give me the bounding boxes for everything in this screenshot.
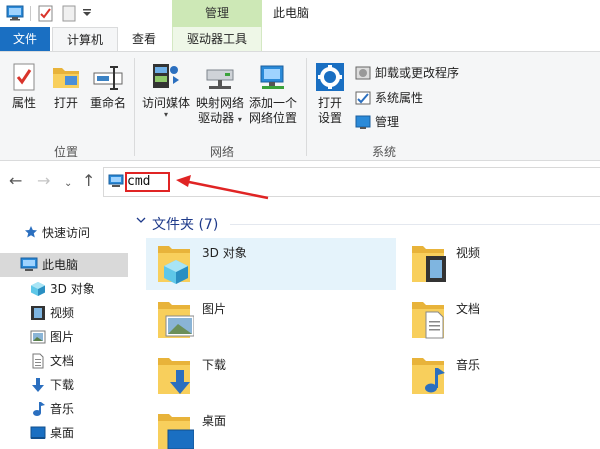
sidebar-item-downloads[interactable]: 下载 bbox=[0, 373, 128, 397]
video-icon bbox=[31, 306, 45, 320]
videos-folder-icon bbox=[412, 246, 446, 282]
sidebar-item-label: 快速访问 bbox=[42, 226, 91, 240]
folder-documents[interactable]: 文档 bbox=[400, 294, 600, 346]
collapse-chevron-icon[interactable] bbox=[136, 215, 146, 225]
cube-icon bbox=[31, 282, 45, 296]
downloads-folder-icon bbox=[158, 358, 190, 394]
desktop-folder-icon bbox=[158, 414, 194, 449]
folder-label: 3D 对象 bbox=[202, 246, 247, 260]
folder-desktop[interactable]: 桌面 bbox=[146, 406, 396, 449]
desktop-icon bbox=[30, 426, 46, 439]
folder-label: 视频 bbox=[456, 246, 481, 260]
picture-icon bbox=[30, 330, 46, 344]
document-icon bbox=[32, 353, 44, 369]
documents-folder-icon bbox=[412, 302, 444, 339]
sidebar-item-label: 3D 对象 bbox=[50, 282, 95, 296]
sidebar-item-music[interactable]: 音乐 bbox=[0, 397, 128, 421]
download-icon bbox=[32, 378, 44, 392]
folder-label: 下载 bbox=[202, 358, 227, 372]
folder-label: 文档 bbox=[456, 302, 481, 316]
sidebar-item-3d-objects[interactable]: 3D 对象 bbox=[0, 277, 128, 301]
folder-label: 音乐 bbox=[456, 358, 481, 372]
folder-label: 图片 bbox=[202, 302, 227, 316]
sidebar-item-videos[interactable]: 视频 bbox=[0, 301, 128, 325]
pictures-folder-icon bbox=[158, 302, 194, 338]
folder-pictures[interactable]: 图片 bbox=[146, 294, 396, 346]
folder-downloads[interactable]: 下载 bbox=[146, 350, 396, 402]
sidebar-item-label: 下载 bbox=[50, 378, 75, 392]
folder-videos[interactable]: 视频 bbox=[400, 238, 600, 290]
folder-3d-objects[interactable]: 3D 对象 bbox=[146, 238, 396, 290]
folder-music[interactable]: 音乐 bbox=[400, 350, 600, 402]
star-icon bbox=[25, 226, 37, 238]
sidebar-item-label: 文档 bbox=[50, 354, 75, 368]
sidebar-item-pictures[interactable]: 图片 bbox=[0, 325, 128, 349]
section-divider bbox=[230, 224, 600, 225]
sidebar-item-label: 视频 bbox=[50, 306, 75, 320]
sidebar-item-label: 音乐 bbox=[50, 402, 75, 416]
sidebar-item-desktop[interactable]: 桌面 bbox=[0, 421, 128, 445]
music-icon bbox=[33, 402, 45, 416]
sidebar-item-documents[interactable]: 文档 bbox=[0, 349, 128, 373]
sidebar-item-label: 图片 bbox=[50, 330, 75, 344]
computer-icon bbox=[20, 257, 38, 271]
sidebar-item-label: 此电脑 bbox=[42, 258, 79, 272]
sidebar-item-label: 桌面 bbox=[50, 426, 75, 440]
section-header-folders[interactable]: 文件夹 (7) bbox=[152, 214, 218, 234]
folder-label: 桌面 bbox=[202, 414, 227, 428]
3d-objects-folder-icon bbox=[158, 246, 190, 284]
navigation-pane: 快速访问 此电脑 3D 对象 视频 图片 文档 下载 音乐 桌面 bbox=[0, 203, 128, 449]
music-folder-icon bbox=[412, 358, 445, 394]
sidebar-item-this-pc[interactable]: 此电脑 bbox=[0, 253, 128, 277]
sidebar-item-quick-access[interactable]: 快速访问 bbox=[0, 221, 128, 245]
